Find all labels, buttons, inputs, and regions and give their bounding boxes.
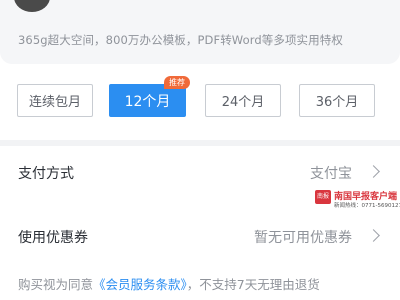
plan-label: 24个月	[221, 95, 265, 110]
coupon-row[interactable]: 使用优惠券 暂无可用优惠券	[0, 216, 400, 256]
news-watermark: 南报 南国早报客户端 新闻热线：0771-5690127	[315, 188, 400, 212]
benefits-text: 365g超大空间，800万办公模板，PDF转Word等多项实用特权	[18, 33, 343, 47]
news-logo-icon: 南报	[315, 190, 331, 204]
payment-method-value: 支付宝	[310, 166, 352, 182]
recommend-badge: 推荐	[164, 76, 190, 89]
plan-option-monthly[interactable]: 连续包月	[17, 84, 93, 117]
coupon-value: 暂无可用优惠券	[254, 230, 352, 246]
plan-label: 12个月	[124, 93, 171, 110]
section-divider	[0, 140, 400, 146]
payment-method-row[interactable]: 支付方式 支付宝	[0, 152, 400, 192]
terms-prefix: 购买视为同意	[18, 277, 94, 292]
payment-method-label: 支付方式	[18, 166, 74, 182]
plan-option-24-months[interactable]: 24个月	[205, 84, 281, 117]
service-terms-link[interactable]: 《会员服务条款》	[93, 277, 187, 292]
plan-option-36-months[interactable]: 36个月	[299, 84, 375, 117]
watermark-subtitle: 新闻热线：0771-5690127	[334, 203, 400, 209]
plan-options: 连续包月 12个月 推荐 24个月 36个月	[0, 76, 400, 118]
terms-notice: 购买视为同意《会员服务条款》，不支持7天无理由退货	[18, 274, 320, 293]
coupon-label: 使用优惠券	[18, 230, 88, 246]
membership-info-card: 365g超大空间，800万办公模板，PDF转Word等多项实用特权	[0, 0, 400, 64]
plan-label: 连续包月	[28, 95, 81, 110]
terms-suffix: ，不支持7天无理由退货	[186, 277, 320, 292]
chevron-right-icon	[367, 229, 380, 242]
chevron-right-icon	[367, 165, 380, 178]
avatar	[14, 0, 50, 12]
membership-purchase-page: 365g超大空间，800万办公模板，PDF转Word等多项实用特权 连续包月 1…	[0, 0, 400, 300]
plan-option-12-months[interactable]: 12个月 推荐	[109, 76, 190, 117]
plan-label: 36个月	[315, 95, 359, 110]
